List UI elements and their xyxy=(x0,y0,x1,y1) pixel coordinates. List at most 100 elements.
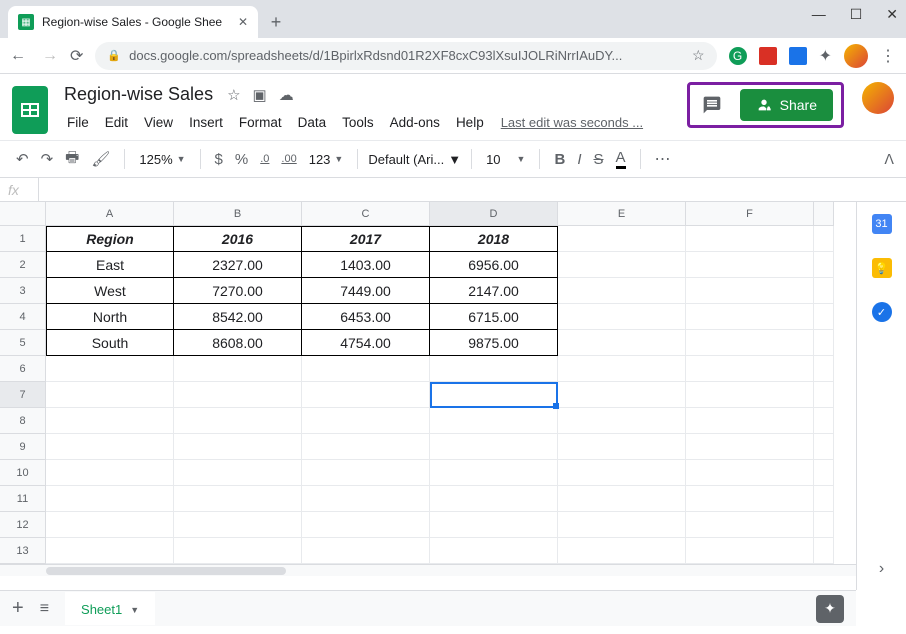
cell[interactable] xyxy=(686,382,814,408)
minimize-icon[interactable]: — xyxy=(812,6,826,23)
more-tools-button[interactable]: ⋯ xyxy=(651,145,677,173)
row-header-6[interactable]: 6 xyxy=(0,356,46,382)
extension-icon[interactable]: G xyxy=(729,47,747,65)
profile-avatar[interactable] xyxy=(844,44,868,68)
cell[interactable] xyxy=(174,408,302,434)
cell[interactable] xyxy=(686,486,814,512)
menu-data[interactable]: Data xyxy=(291,111,334,134)
scrollbar-thumb[interactable] xyxy=(46,567,286,575)
col-header-e[interactable]: E xyxy=(558,202,686,226)
cell[interactable] xyxy=(46,460,174,486)
menu-tools[interactable]: Tools xyxy=(335,111,381,134)
cell[interactable] xyxy=(558,434,686,460)
last-edit-link[interactable]: Last edit was seconds ... xyxy=(501,115,643,130)
formula-input[interactable] xyxy=(39,178,906,201)
decrease-decimal-button[interactable]: .0 xyxy=(256,149,273,169)
number-format-select[interactable]: 123▼ xyxy=(305,150,348,169)
row-header-12[interactable]: 12 xyxy=(0,512,46,538)
currency-button[interactable]: $ xyxy=(211,147,227,172)
new-tab-button[interactable]: + xyxy=(262,8,290,36)
cell[interactable]: South xyxy=(46,330,174,356)
cell[interactable] xyxy=(46,434,174,460)
cell[interactable]: 9875.00 xyxy=(430,330,558,356)
cell[interactable] xyxy=(302,356,430,382)
row-header-5[interactable]: 5 xyxy=(0,330,46,356)
cell[interactable] xyxy=(558,278,686,304)
horizontal-scrollbar[interactable] xyxy=(0,564,856,576)
bold-button[interactable]: B xyxy=(550,147,569,172)
cell[interactable] xyxy=(558,408,686,434)
cell[interactable] xyxy=(686,512,814,538)
forward-button[interactable]: → xyxy=(42,47,58,65)
cell[interactable] xyxy=(814,330,834,356)
menu-insert[interactable]: Insert xyxy=(182,111,230,134)
cell[interactable] xyxy=(302,382,430,408)
col-header-a[interactable]: A xyxy=(46,202,174,226)
cell[interactable] xyxy=(686,226,814,252)
row-header-10[interactable]: 10 xyxy=(0,460,46,486)
cell[interactable] xyxy=(430,408,558,434)
doc-title[interactable]: Region-wise Sales xyxy=(60,82,217,107)
reload-button[interactable]: ⟳ xyxy=(70,46,83,66)
cell[interactable] xyxy=(558,538,686,564)
add-sheet-button[interactable]: + xyxy=(12,597,24,620)
cell[interactable] xyxy=(558,226,686,252)
col-header-d[interactable]: D xyxy=(430,202,558,226)
address-bar[interactable]: 🔒 docs.google.com/spreadsheets/d/1Bpirlx… xyxy=(95,42,716,70)
row-header-4[interactable]: 4 xyxy=(0,304,46,330)
cell[interactable] xyxy=(558,512,686,538)
extensions-menu-icon[interactable]: ✦ xyxy=(819,46,832,66)
account-avatar[interactable] xyxy=(862,82,894,114)
cell[interactable]: 8608.00 xyxy=(174,330,302,356)
cell[interactable]: 2017 xyxy=(302,226,430,252)
cell[interactable]: 7449.00 xyxy=(302,278,430,304)
cell[interactable] xyxy=(46,408,174,434)
cell[interactable]: 2327.00 xyxy=(174,252,302,278)
tasks-icon[interactable]: ✓ xyxy=(872,302,892,322)
undo-button[interactable]: ↶ xyxy=(12,146,33,172)
strike-button[interactable]: S xyxy=(589,147,607,172)
italic-button[interactable]: I xyxy=(573,147,585,172)
cell[interactable] xyxy=(686,460,814,486)
menu-help[interactable]: Help xyxy=(449,111,491,134)
extension-icon[interactable] xyxy=(759,47,777,65)
cell[interactable] xyxy=(686,252,814,278)
cell[interactable] xyxy=(302,512,430,538)
cell[interactable] xyxy=(686,538,814,564)
cell[interactable] xyxy=(174,460,302,486)
row-header-7[interactable]: 7 xyxy=(0,382,46,408)
side-panel-toggle-icon[interactable]: › xyxy=(879,560,884,578)
browser-menu-icon[interactable]: ⋮ xyxy=(880,46,896,66)
row-header-2[interactable]: 2 xyxy=(0,252,46,278)
cell[interactable] xyxy=(174,512,302,538)
sheets-logo-icon[interactable] xyxy=(12,86,48,134)
cell[interactable]: East xyxy=(46,252,174,278)
cell[interactable] xyxy=(686,304,814,330)
cell[interactable] xyxy=(174,486,302,512)
all-sheets-button[interactable]: ≡ xyxy=(40,600,49,618)
font-select[interactable]: Default (Ari...▼ xyxy=(368,152,461,167)
cell[interactable] xyxy=(814,252,834,278)
cell[interactable] xyxy=(174,356,302,382)
cell[interactable]: 7270.00 xyxy=(174,278,302,304)
redo-button[interactable]: ↷ xyxy=(37,146,58,172)
cell[interactable] xyxy=(814,382,834,408)
cell[interactable] xyxy=(302,408,430,434)
cell[interactable] xyxy=(430,434,558,460)
cell[interactable]: 6453.00 xyxy=(302,304,430,330)
calendar-icon[interactable]: 31 xyxy=(872,214,892,234)
tab-close-icon[interactable]: ✕ xyxy=(238,15,248,29)
cell[interactable] xyxy=(814,226,834,252)
menu-file[interactable]: File xyxy=(60,111,96,134)
cell[interactable] xyxy=(558,330,686,356)
cell[interactable] xyxy=(558,304,686,330)
sheet-tab[interactable]: Sheet1 ▼ xyxy=(65,592,155,625)
close-icon[interactable]: ✕ xyxy=(886,6,898,23)
selected-cell-d7[interactable] xyxy=(430,382,558,408)
select-all-corner[interactable] xyxy=(0,202,46,226)
print-button[interactable]: 🖶 xyxy=(61,143,83,176)
row-header-3[interactable]: 3 xyxy=(0,278,46,304)
collapse-toolbar-button[interactable]: ᐱ xyxy=(884,151,894,168)
cell[interactable] xyxy=(430,512,558,538)
cell[interactable] xyxy=(558,252,686,278)
